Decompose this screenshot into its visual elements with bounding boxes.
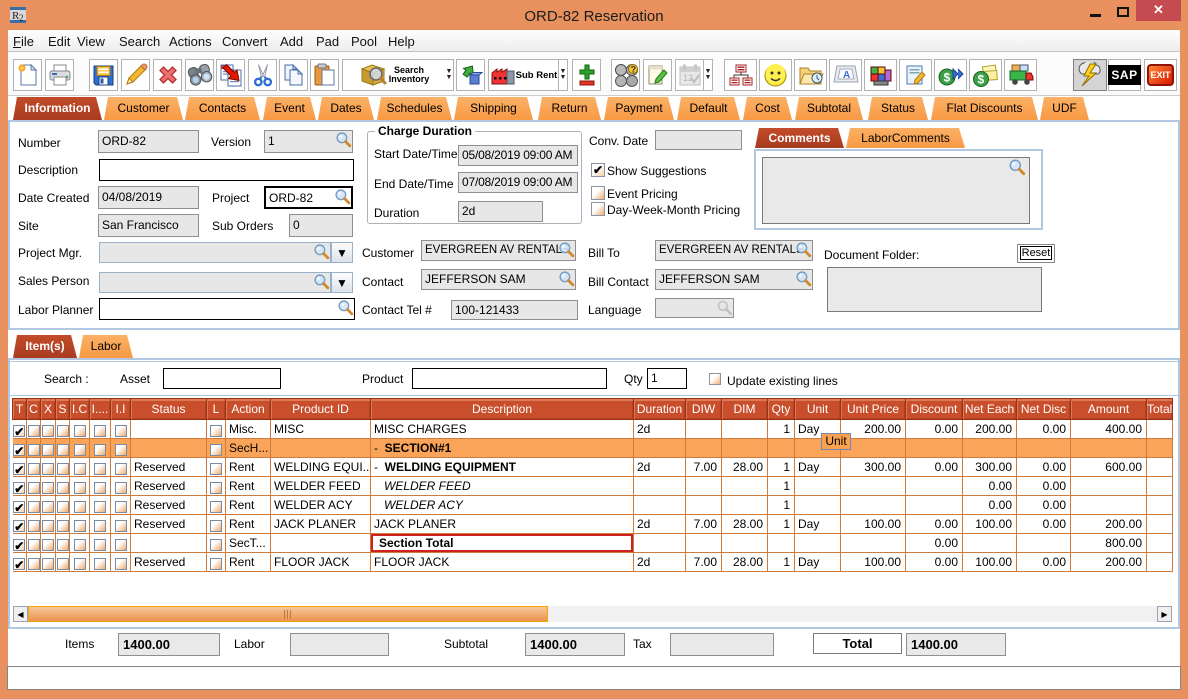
svg-text:2: 2: [19, 13, 24, 23]
svg-text:$: $: [977, 73, 984, 87]
svg-text:$: $: [943, 71, 950, 85]
svg-text:?: ?: [630, 65, 636, 75]
svg-text:A: A: [843, 70, 850, 81]
